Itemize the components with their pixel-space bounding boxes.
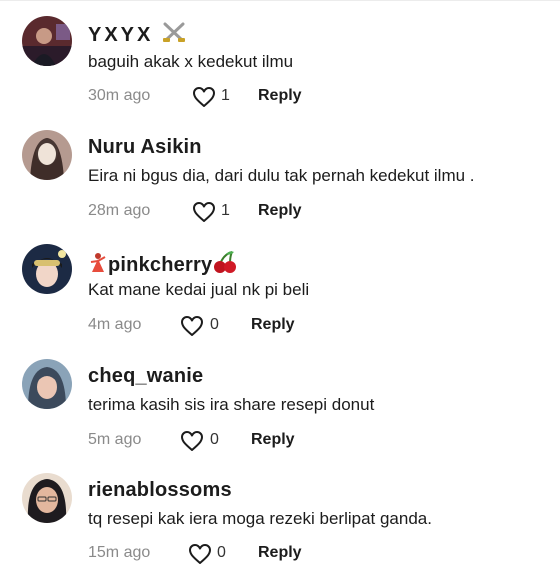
avatar[interactable] bbox=[22, 244, 72, 294]
timestamp: 4m ago bbox=[88, 316, 142, 333]
avatar[interactable] bbox=[22, 359, 72, 409]
like-count: 1 bbox=[221, 87, 230, 104]
comment-text: terima kasih sis ira share resepi donut bbox=[88, 395, 375, 414]
username-text[interactable]: YXYX bbox=[88, 24, 153, 46]
comment-meta: 5m ago 0 Reply bbox=[88, 430, 388, 452]
avatar[interactable] bbox=[22, 130, 72, 180]
reply-button[interactable]: Reply bbox=[251, 316, 295, 334]
username[interactable]: rienablossoms bbox=[88, 479, 232, 502]
username[interactable]: YXYX bbox=[88, 22, 186, 50]
comment-item: Nuru Asikin Eira ni bgus dia, dari dulu … bbox=[0, 128, 560, 242]
like-count: 0 bbox=[210, 431, 219, 448]
comment-meta: 28m ago 1 Reply bbox=[88, 201, 388, 223]
comment-text: Kat mane kedai jual nk pi beli bbox=[88, 280, 310, 299]
like-count: 0 bbox=[217, 544, 226, 561]
comment-meta: 15m ago 0 Reply bbox=[88, 543, 388, 565]
reply-button[interactable]: Reply bbox=[258, 87, 302, 105]
reply-button[interactable]: Reply bbox=[251, 431, 295, 449]
timestamp: 28m ago bbox=[88, 202, 151, 219]
reply-button[interactable]: Reply bbox=[258, 544, 302, 562]
top-divider bbox=[0, 0, 560, 1]
comment-text: baguih akak x kedekut ilmu bbox=[88, 52, 294, 71]
avatar[interactable] bbox=[22, 473, 72, 523]
like-count: 1 bbox=[221, 202, 230, 219]
reply-button[interactable]: Reply bbox=[258, 202, 302, 220]
username[interactable]: Nuru Asikin bbox=[88, 136, 202, 159]
like-heart-icon[interactable] bbox=[192, 201, 216, 223]
comment-item: pinkcherry Kat mane kedai jual nk pi bel… bbox=[0, 242, 560, 356]
comment-meta: 30m ago 1 Reply bbox=[88, 86, 388, 108]
timestamp: 5m ago bbox=[88, 431, 142, 448]
like-count: 0 bbox=[210, 316, 219, 333]
comment-item: rienablossoms tq resepi kak iera moga re… bbox=[0, 471, 560, 585]
like-heart-icon[interactable] bbox=[180, 430, 204, 452]
like-heart-icon[interactable] bbox=[192, 86, 216, 108]
dancer-icon bbox=[88, 252, 108, 280]
comment-meta: 4m ago 0 Reply bbox=[88, 315, 388, 337]
username[interactable]: pinkcherry bbox=[88, 250, 238, 280]
cherries-icon bbox=[212, 250, 238, 280]
timestamp: 30m ago bbox=[88, 87, 151, 104]
avatar[interactable] bbox=[22, 16, 72, 66]
timestamp: 15m ago bbox=[88, 544, 151, 561]
crossed-swords-icon bbox=[162, 22, 186, 50]
comment-item: YXYX baguih akak x kedekut ilmu 30m ago … bbox=[0, 14, 560, 128]
username[interactable]: cheq_wanie bbox=[88, 365, 203, 388]
username-text[interactable]: pinkcherry bbox=[108, 254, 212, 276]
comment-item: cheq_wanie terima kasih sis ira share re… bbox=[0, 357, 560, 471]
comment-text: tq resepi kak iera moga rezeki berlipat … bbox=[88, 509, 432, 528]
like-heart-icon[interactable] bbox=[188, 543, 212, 565]
like-heart-icon[interactable] bbox=[180, 315, 204, 337]
comment-text: Eira ni bgus dia, dari dulu tak pernah k… bbox=[88, 166, 475, 185]
